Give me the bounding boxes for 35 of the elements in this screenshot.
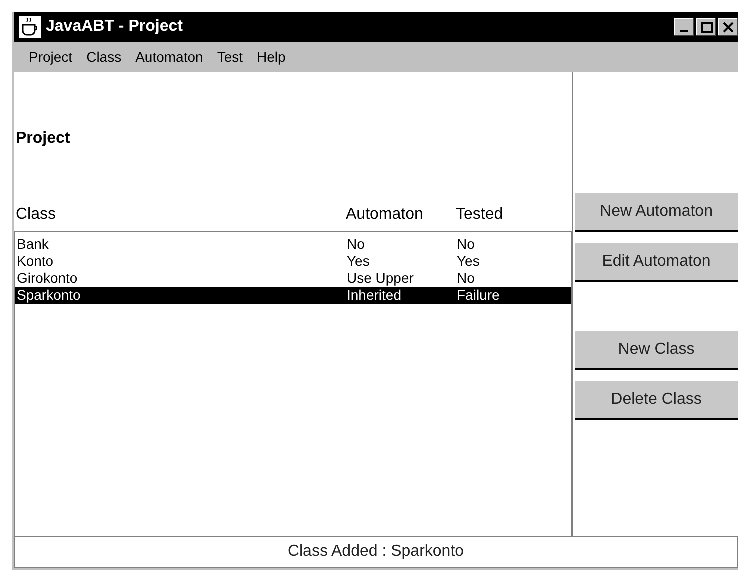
table-cell-text: Failure — [457, 287, 501, 304]
close-icon[interactable] — [718, 18, 738, 36]
table-cell-text: No — [347, 236, 366, 253]
menu-item[interactable]: Help — [250, 49, 293, 65]
action-button[interactable]: Edit Automaton — [575, 242, 738, 282]
column-header: Class — [16, 206, 58, 225]
table-cell-text: Sparkonto — [17, 287, 82, 304]
menu-item[interactable]: Class — [80, 49, 129, 65]
table-cell-text: No — [457, 236, 476, 253]
table-cell-text: Konto — [17, 253, 55, 270]
table-cell-text: Yes — [347, 253, 371, 270]
menu-item[interactable]: Test — [210, 49, 250, 65]
table-cell-text: Use Upper — [347, 270, 415, 287]
table-cell-text: Girokonto — [17, 270, 79, 287]
list-row[interactable]: Sparkonto Inherited Failure — [15, 287, 571, 304]
table-cell-text: No — [457, 270, 476, 287]
menu-item[interactable]: Automaton — [128, 49, 210, 65]
list-row[interactable]: Girokonto Use Upper No — [15, 270, 571, 287]
maximize-icon[interactable] — [696, 18, 716, 36]
action-button[interactable]: New Automaton — [575, 192, 738, 232]
column-header: Tested — [456, 206, 504, 225]
table-cell-text: Bank — [17, 236, 50, 253]
table-cell-text: Inherited — [347, 287, 402, 304]
column-header: Automaton — [346, 206, 424, 225]
table-cell-text: Yes — [457, 253, 481, 270]
section-heading: Project — [16, 130, 72, 149]
list-row[interactable]: Bank No No — [15, 236, 571, 253]
minimize-icon[interactable] — [674, 18, 694, 36]
coffee-cup-icon — [18, 15, 42, 39]
window-title: JavaABT - Project — [46, 18, 184, 36]
list-row[interactable]: Konto Yes Yes — [15, 253, 571, 270]
action-button[interactable]: New Class — [575, 330, 738, 370]
status-bar: Class Added : Sparkonto — [14, 536, 738, 568]
menu-item[interactable]: Project — [22, 49, 80, 65]
action-button[interactable]: Delete Class — [575, 380, 738, 420]
